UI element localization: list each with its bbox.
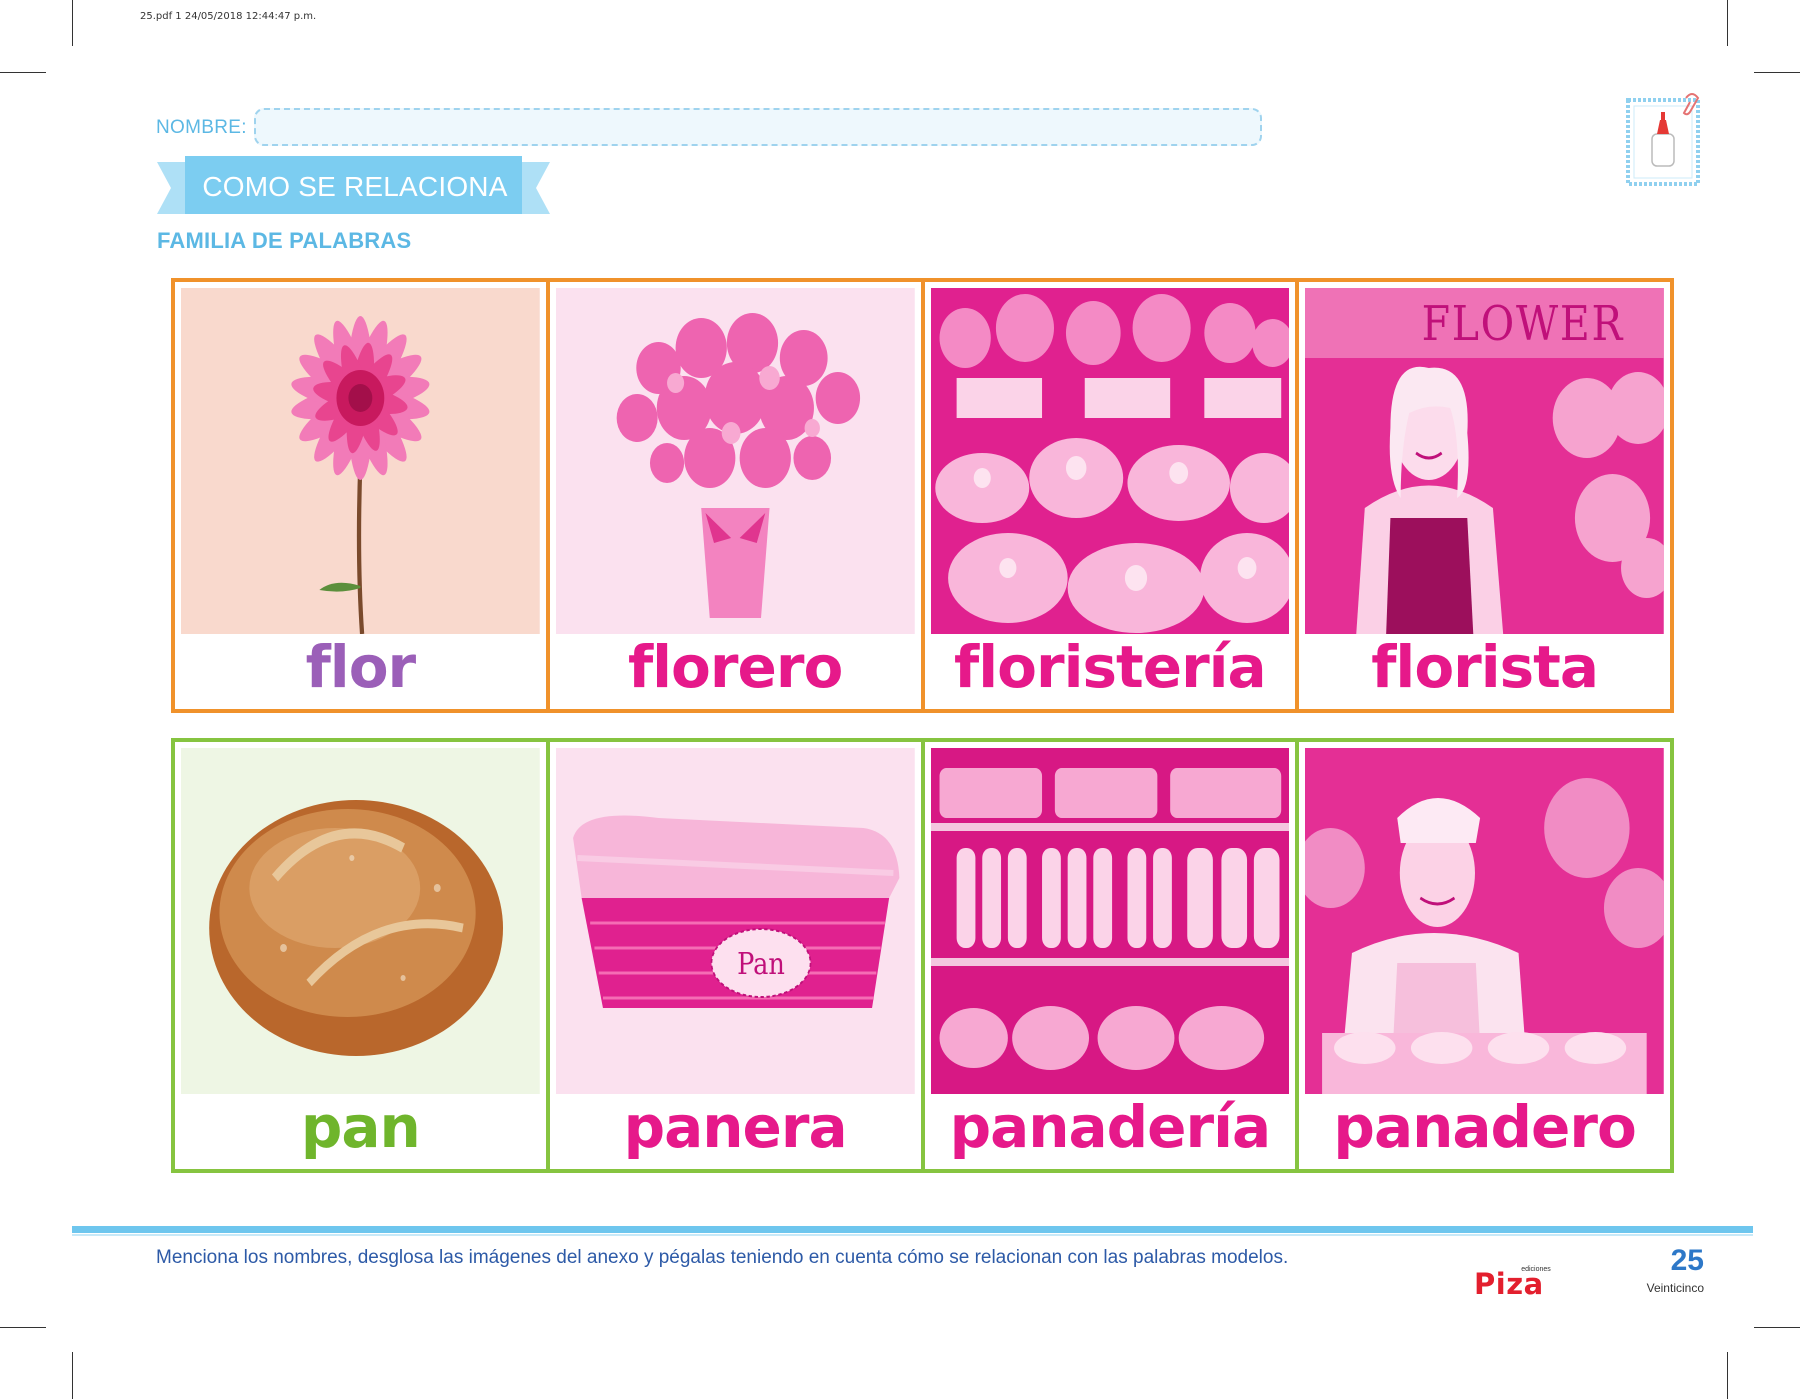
crop-mark: [1727, 1352, 1728, 1399]
word-label: florero: [627, 633, 843, 701]
footer-divider: [72, 1226, 1753, 1233]
word-label: flor: [305, 633, 417, 701]
word-label: pan: [300, 1093, 421, 1161]
crop-mark: [0, 72, 46, 73]
footer-divider-light: [72, 1234, 1753, 1236]
glue-bottle-icon: [1626, 93, 1700, 186]
logo-text: Piza: [1474, 1267, 1544, 1298]
shop-sign: FLOWER: [1422, 296, 1624, 352]
crop-mark: [1754, 72, 1800, 73]
word-label: panera: [623, 1093, 848, 1161]
word-card-florista: FLOWER florista: [1295, 282, 1670, 709]
baker-image: [1305, 748, 1664, 1094]
crop-mark: [72, 0, 73, 46]
bakery-image: [930, 748, 1290, 1094]
bread-word-family-row: pan Pan panera panadería panadero: [171, 738, 1674, 1173]
word-label: panadería: [949, 1093, 1272, 1161]
word-label: florista: [1371, 633, 1599, 701]
crop-mark: [72, 1352, 73, 1399]
page-number: 25: [1670, 1244, 1704, 1277]
word-card-panera: Pan panera: [545, 742, 921, 1169]
instruction-text: Menciona los nombres, desglosa las imáge…: [156, 1247, 1289, 1268]
bread-basket-image: Pan: [555, 748, 915, 1094]
word-card-florero: florero: [545, 282, 921, 709]
name-field[interactable]: [254, 108, 1262, 146]
word-label: floristería: [954, 633, 1267, 701]
bread-loaf-image: [181, 748, 540, 1094]
flower-vase-image: [555, 288, 915, 634]
word-card-panadero: panadero: [1295, 742, 1670, 1169]
basket-label: Pan: [737, 946, 785, 981]
dahlia-flower-image: [181, 288, 540, 634]
piza-logo: ediciones Piza: [1474, 1266, 1551, 1298]
page-subtitle: FAMILIA DE PALABRAS: [157, 228, 412, 253]
florist-image: FLOWER: [1305, 288, 1664, 634]
word-card-panaderia: panadería: [920, 742, 1296, 1169]
crop-mark: [1727, 0, 1728, 46]
page-number-word: Veinticinco: [1646, 1281, 1704, 1295]
flower-shop-image: [930, 288, 1290, 634]
crop-mark: [1754, 1327, 1800, 1328]
flower-word-family-row: flor florero floristería FLOWER florista: [171, 278, 1674, 713]
crop-mark: [0, 1327, 46, 1328]
word-label: panadero: [1333, 1093, 1636, 1161]
word-card-flor: flor: [175, 282, 546, 709]
word-card-floristeria: floristería: [920, 282, 1296, 709]
page-title: COMO SE RELACIONA: [202, 171, 508, 202]
word-card-pan: pan: [175, 742, 546, 1169]
name-label: NOMBRE:: [156, 117, 247, 138]
print-info: 25.pdf 1 24/05/2018 12:44:47 p.m.: [140, 11, 317, 22]
